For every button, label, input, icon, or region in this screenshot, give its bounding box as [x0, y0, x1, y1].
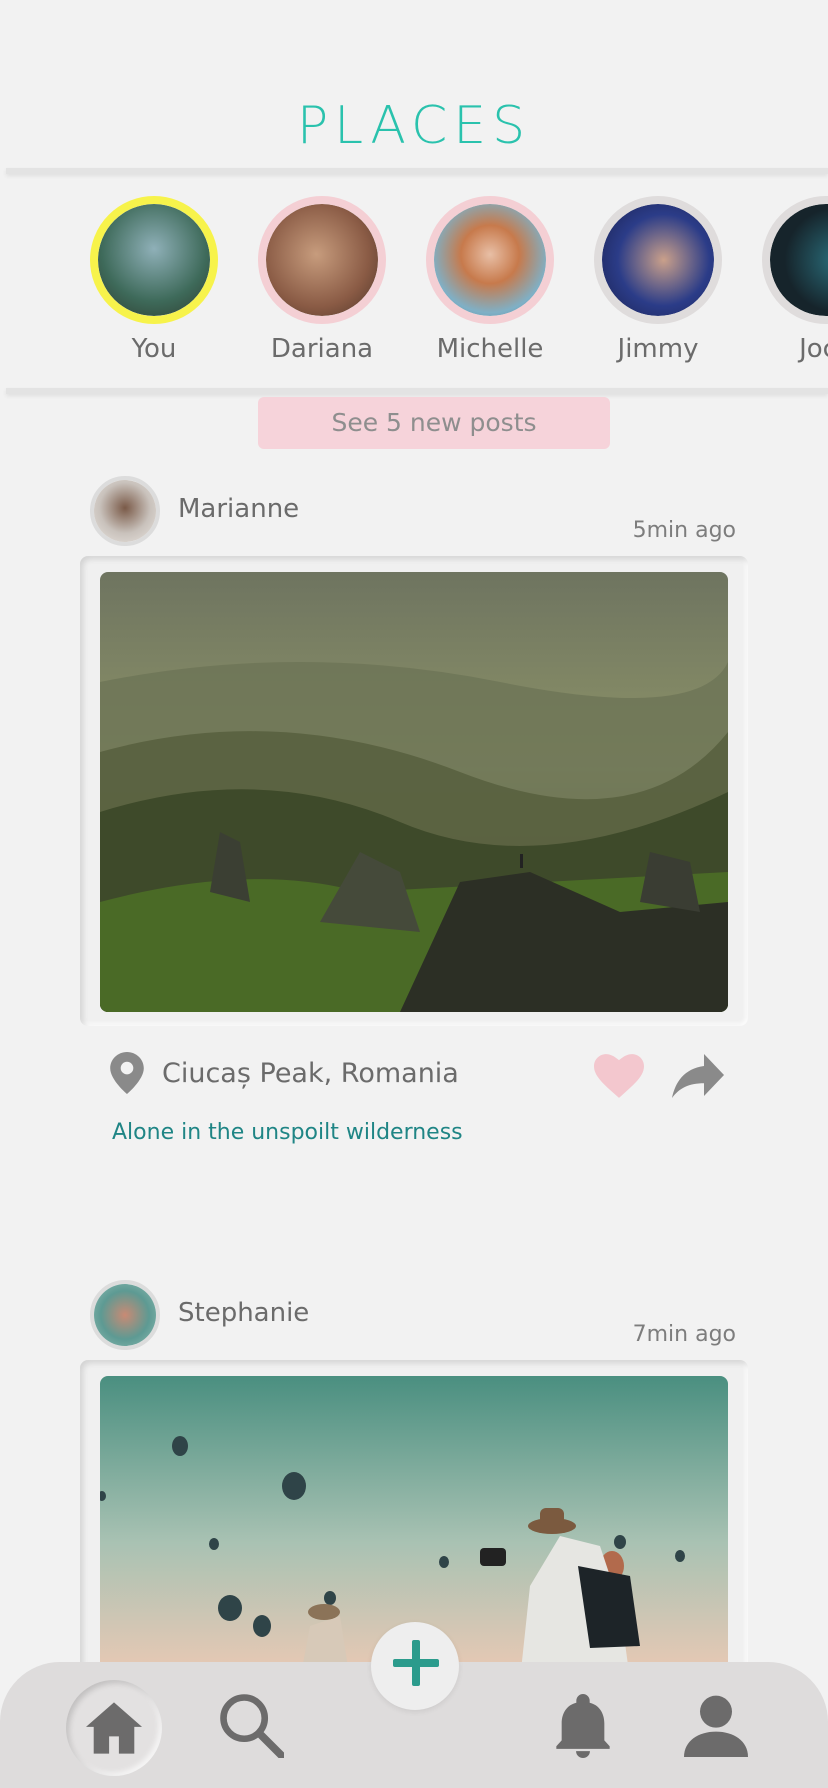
story-name: Michelle	[436, 334, 544, 364]
author-name[interactable]: Marianne	[178, 494, 299, 524]
bell-icon[interactable]	[556, 1694, 610, 1762]
story-avatar	[426, 196, 554, 324]
add-post-button[interactable]	[371, 1622, 459, 1710]
share-arrow-icon[interactable]	[672, 1054, 724, 1102]
post-meta: Ciucaș Peak, Romania	[104, 1050, 730, 1100]
story-name: You	[131, 334, 177, 364]
post-image-frame	[80, 556, 748, 1026]
stories-bar: You Dariana Michelle Jimmy Joce	[0, 176, 828, 390]
story-avatar	[762, 196, 828, 324]
home-icon	[86, 1702, 142, 1758]
post-caption: Alone in the unspoilt wilderness	[112, 1120, 463, 1145]
tab-home[interactable]	[66, 1680, 162, 1776]
story-you[interactable]: You	[70, 196, 238, 364]
post-header: Marianne 5min ago	[90, 476, 750, 546]
see-new-posts-button[interactable]: See 5 new posts	[258, 397, 610, 449]
post-time: 5min ago	[632, 518, 736, 543]
author-name[interactable]: Stephanie	[178, 1298, 309, 1328]
author-avatar[interactable]	[90, 476, 160, 546]
stories-divider	[6, 388, 828, 394]
story-avatar	[90, 196, 218, 324]
story-michelle[interactable]: Michelle	[406, 196, 574, 364]
story-dariana[interactable]: Dariana	[238, 196, 406, 364]
story-name: Dariana	[270, 334, 374, 364]
app-logo: PLACES	[296, 96, 532, 156]
story-joce[interactable]: Joce	[742, 196, 828, 364]
profile-icon[interactable]	[684, 1692, 748, 1762]
story-name: Jimmy	[617, 334, 699, 364]
author-avatar[interactable]	[90, 1280, 160, 1350]
add-icon	[389, 1636, 443, 1694]
post-header: Stephanie 7min ago	[90, 1280, 750, 1350]
search-icon[interactable]	[218, 1692, 286, 1762]
post-time: 7min ago	[632, 1322, 736, 1347]
header-divider	[6, 168, 828, 174]
post-location[interactable]: Ciucaș Peak, Romania	[162, 1058, 459, 1089]
like-heart-icon[interactable]	[594, 1054, 644, 1102]
story-jimmy[interactable]: Jimmy	[574, 196, 742, 364]
post-photo[interactable]	[100, 572, 728, 1012]
app-header: PLACES	[0, 0, 828, 170]
story-avatar	[594, 196, 722, 324]
story-name: Joce	[799, 334, 828, 364]
story-avatar	[258, 196, 386, 324]
location-pin-icon	[110, 1052, 144, 1098]
